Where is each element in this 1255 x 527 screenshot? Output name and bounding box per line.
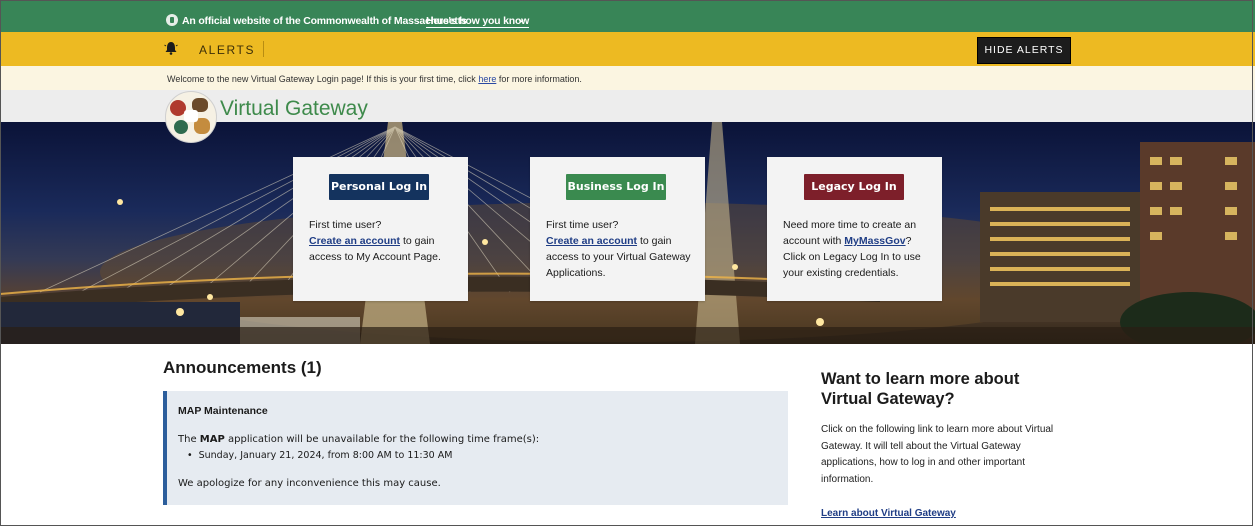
personal-login-card: Personal Log In First time user? Create …: [293, 157, 468, 301]
virtual-gateway-logo[interactable]: [165, 91, 217, 143]
announcement-closing: We apologize for any inconvenience this …: [178, 478, 441, 489]
official-banner-text: An official website of the Commonwealth …: [182, 15, 467, 27]
announcement-title: MAP Maintenance: [178, 405, 268, 417]
site-title[interactable]: Virtual Gateway: [220, 97, 368, 121]
official-banner: An official website of the Commonwealth …: [0, 0, 1255, 32]
hide-alerts-button[interactable]: HIDE ALERTS: [977, 37, 1071, 64]
announcement-card: MAP Maintenance The MAP application will…: [163, 391, 788, 505]
heres-how-you-know-link[interactable]: Here's how you know: [426, 15, 529, 28]
announcement-text-suffix: application will be unavailable for the …: [224, 434, 540, 445]
announcement-app-name: MAP: [199, 434, 225, 445]
personal-login-description: First time user? Create an account to ga…: [309, 217, 457, 265]
card-text: First time user?: [546, 219, 619, 231]
personal-login-button[interactable]: Personal Log In: [329, 174, 429, 200]
mymassgov-link[interactable]: MyMassGov: [844, 235, 905, 247]
announcement-text: The MAP application will be unavailable …: [178, 434, 539, 445]
welcome-text: Welcome to the new Virtual Gateway Login…: [167, 74, 582, 84]
announcement-text-prefix: The: [178, 434, 200, 445]
learn-more-heading: Want to learn more about Virtual Gateway…: [821, 370, 1020, 408]
business-login-description: First time user? Create an account to ga…: [546, 217, 694, 281]
create-account-link[interactable]: Create an account: [309, 235, 400, 247]
legacy-login-button[interactable]: Legacy Log In: [804, 174, 904, 200]
chevron-down-icon[interactable]: ⌄: [517, 14, 525, 25]
bell-icon: [164, 42, 178, 55]
learn-more-text: Click on the following link to learn mor…: [821, 424, 1054, 485]
legacy-login-description: Need more time to create an account with…: [783, 217, 931, 281]
massachusetts-seal-icon: [166, 14, 178, 26]
welcome-text-before: Welcome to the new Virtual Gateway Login…: [167, 74, 479, 84]
alerts-divider: [263, 41, 264, 57]
welcome-here-link[interactable]: here: [478, 74, 496, 84]
announcement-bullet: Sunday, January 21, 2024, from 8:00 AM t…: [187, 450, 453, 461]
welcome-alert: Welcome to the new Virtual Gateway Login…: [0, 66, 1255, 90]
business-login-button[interactable]: Business Log In: [566, 174, 666, 200]
card-text: First time user?: [309, 219, 382, 231]
legacy-login-card: Legacy Log In Need more time to create a…: [767, 157, 942, 301]
welcome-text-after: for more information.: [496, 74, 582, 84]
business-login-card: Business Log In First time user? Create …: [530, 157, 705, 301]
announcements-heading: Announcements (1): [163, 358, 322, 377]
create-account-link[interactable]: Create an account: [546, 235, 637, 247]
learn-about-virtual-gateway-link[interactable]: Learn about Virtual Gateway: [821, 508, 956, 519]
alerts-label[interactable]: ALERTS: [199, 43, 255, 57]
